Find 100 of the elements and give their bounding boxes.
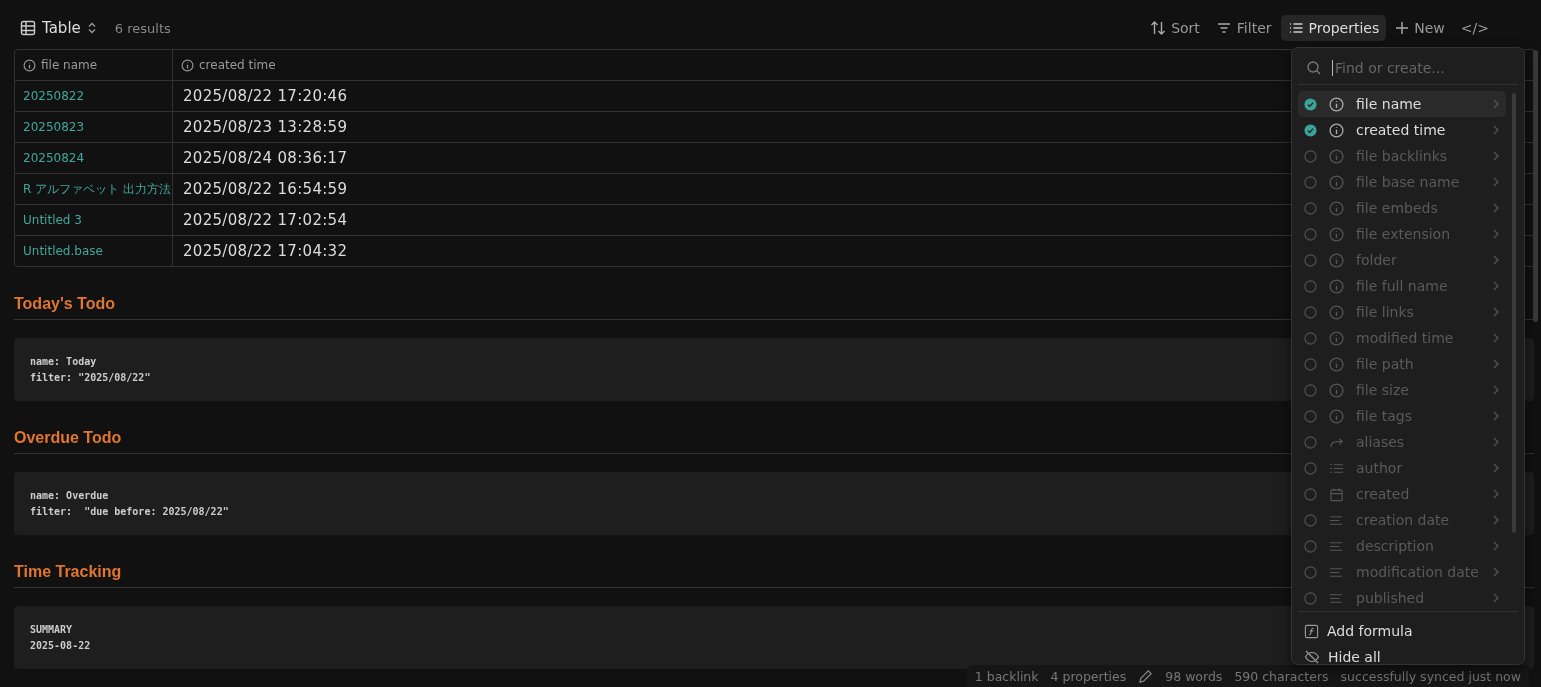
file-link[interactable]: R アルファベット 出力方法 — [23, 180, 171, 198]
file-link[interactable]: 20250823 — [23, 120, 85, 134]
checkbox[interactable] — [1304, 305, 1317, 319]
property-item[interactable]: file name — [1298, 91, 1506, 117]
checkbox[interactable] — [1304, 123, 1317, 137]
code-toggle[interactable]: </> — [1453, 15, 1496, 41]
property-item[interactable]: file embeds — [1298, 195, 1506, 221]
checkbox[interactable] — [1304, 513, 1317, 527]
chevron-right-icon — [1492, 124, 1500, 136]
checkbox[interactable] — [1304, 331, 1317, 345]
info-icon — [1329, 148, 1344, 164]
chevron-right-icon — [1492, 306, 1500, 318]
table-icon — [20, 20, 36, 36]
checkbox[interactable] — [1304, 383, 1317, 397]
property-item[interactable]: aliases — [1298, 429, 1506, 455]
property-item[interactable]: file path — [1298, 351, 1506, 377]
search-field[interactable]: Find or create... — [1332, 60, 1510, 76]
info-icon — [1329, 278, 1344, 294]
checkbox[interactable] — [1304, 591, 1317, 605]
new-button[interactable]: New — [1388, 15, 1452, 41]
property-item[interactable]: created — [1298, 481, 1506, 507]
table-cell-text: 2025/08/22 17:02:54 — [182, 211, 348, 229]
property-item[interactable]: creation date — [1298, 507, 1506, 533]
checkbox[interactable] — [1304, 279, 1317, 293]
property-item[interactable]: modification date — [1298, 559, 1506, 585]
sort-button[interactable]: Sort — [1143, 15, 1207, 41]
status-item[interactable]: 4 properties — [1050, 668, 1127, 684]
checkbox[interactable] — [1304, 409, 1317, 423]
column-header[interactable]: created time — [199, 58, 276, 72]
property-item[interactable]: file full name — [1298, 273, 1506, 299]
checkbox[interactable] — [1304, 175, 1317, 189]
file-link[interactable]: Untitled.base — [23, 244, 103, 258]
checkbox[interactable] — [1304, 435, 1317, 449]
formula-icon — [1304, 623, 1319, 639]
checkbox[interactable] — [1304, 97, 1317, 111]
chevron-right-icon — [1492, 488, 1500, 500]
property-item[interactable]: folder — [1298, 247, 1506, 273]
list-icon — [1287, 20, 1304, 36]
file-link[interactable]: 20250822 — [23, 89, 85, 103]
filter-button[interactable]: Filter — [1208, 15, 1279, 41]
property-item[interactable]: file tags — [1298, 403, 1506, 429]
hide-all-button[interactable]: Hide all — [1298, 644, 1518, 670]
sync-status: successfully synced just now — [1340, 668, 1521, 684]
checkbox[interactable] — [1304, 539, 1317, 553]
property-item[interactable]: file extension — [1298, 221, 1506, 247]
checkbox[interactable] — [1304, 201, 1317, 215]
checkbox[interactable] — [1304, 227, 1317, 241]
property-item[interactable]: file base name — [1298, 169, 1506, 195]
file-link[interactable]: Untitled 3 — [23, 213, 82, 227]
chevron-right-icon — [1492, 254, 1500, 266]
info-icon — [1329, 356, 1344, 372]
property-item[interactable]: description — [1298, 533, 1506, 559]
column-header[interactable]: file name — [41, 58, 98, 72]
checkbox[interactable] — [1304, 565, 1317, 579]
chevron-right-icon — [1492, 514, 1500, 526]
info-icon — [1329, 382, 1344, 398]
table-cell-text: 2025/08/22 16:54:59 — [182, 180, 348, 198]
search-icon — [1306, 60, 1322, 76]
info-icon — [1329, 96, 1344, 112]
table-cell-text: 2025/08/23 13:28:59 — [182, 118, 348, 136]
checkbox[interactable] — [1304, 461, 1317, 475]
checkbox[interactable] — [1304, 357, 1317, 371]
calendar-icon — [1329, 486, 1344, 502]
info-icon — [1329, 226, 1344, 242]
chevron-updown-icon — [86, 22, 97, 34]
info-icon — [1329, 252, 1344, 268]
file-link[interactable]: 20250824 — [23, 151, 85, 165]
sort-icon — [1150, 20, 1167, 36]
checkbox[interactable] — [1304, 253, 1317, 267]
chevron-right-icon — [1492, 384, 1500, 396]
chevron-right-icon — [1492, 202, 1500, 214]
info-icon — [181, 58, 194, 72]
add-formula-button[interactable]: Add formula — [1298, 618, 1518, 644]
chevron-right-icon — [1492, 358, 1500, 370]
chevron-right-icon — [1492, 332, 1500, 344]
property-item[interactable]: file links — [1298, 299, 1506, 325]
eye-off-icon — [1304, 649, 1320, 665]
chevron-right-icon — [1492, 98, 1500, 110]
chevron-right-icon — [1492, 228, 1500, 240]
property-item[interactable]: file backlinks — [1298, 143, 1506, 169]
checkbox[interactable] — [1304, 487, 1317, 501]
info-icon — [1329, 304, 1344, 320]
info-icon — [1329, 174, 1344, 190]
chevron-right-icon — [1492, 176, 1500, 188]
status-item: 590 characters — [1234, 668, 1329, 684]
properties-button[interactable]: Properties — [1280, 15, 1387, 41]
chevron-right-icon — [1492, 410, 1500, 422]
status-item[interactable]: 1 backlink — [974, 668, 1039, 684]
property-item[interactable]: created time — [1298, 117, 1506, 143]
table-cell-text: 2025/08/22 17:20:46 — [182, 87, 348, 105]
table-cell-text: 2025/08/22 17:04:32 — [182, 242, 348, 260]
filter-icon — [1215, 20, 1232, 36]
view-switcher[interactable]: Table — [14, 15, 103, 41]
info-icon — [1329, 408, 1344, 424]
plus-icon — [1395, 21, 1410, 35]
property-item[interactable]: file size — [1298, 377, 1506, 403]
info-icon — [1329, 330, 1344, 346]
chevron-right-icon — [1492, 592, 1500, 604]
chevron-right-icon — [1492, 566, 1500, 578]
checkbox[interactable] — [1304, 149, 1317, 163]
